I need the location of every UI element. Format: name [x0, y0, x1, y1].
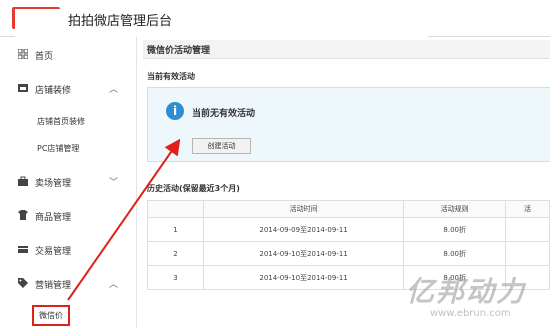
- watermark-url: www.ebrun.com: [430, 308, 511, 319]
- watermark-logo: 亿邦动力: [406, 275, 527, 308]
